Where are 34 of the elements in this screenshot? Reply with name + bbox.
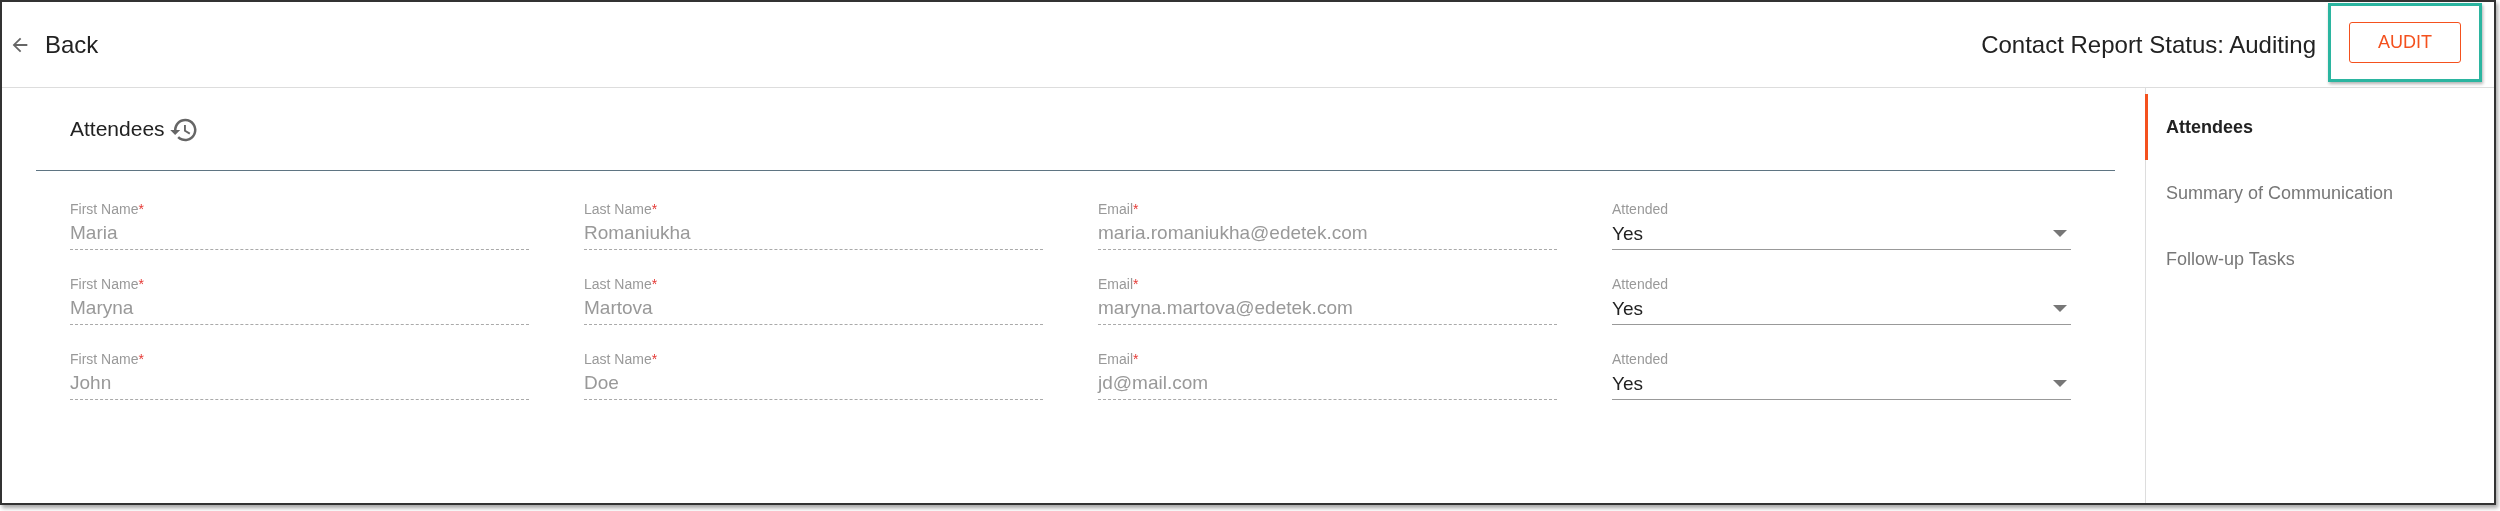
required-mark: * — [138, 351, 144, 367]
field-label: Attended — [1612, 276, 1669, 292]
field-label: Email — [1098, 276, 1133, 292]
required-mark: * — [138, 276, 144, 292]
field-label: First Name — [70, 201, 139, 217]
audit-button[interactable]: AUDIT — [2349, 22, 2461, 63]
caret-icon — [2053, 380, 2067, 387]
section-title: Attendees — [70, 117, 165, 141]
report-status: Contact Report Status: Auditing — [1981, 30, 2316, 59]
back-link[interactable]: Back — [9, 30, 99, 59]
sidebar-item[interactable]: Follow-up Tasks — [2145, 226, 2494, 292]
field-label: Email — [1098, 201, 1133, 217]
select-field[interactable]: Yes — [1612, 368, 2071, 400]
field-label: Last Name — [584, 201, 652, 217]
sidebar-item[interactable]: Summary of Communication — [2145, 160, 2494, 226]
required-mark: * — [651, 351, 658, 367]
caret-icon — [2053, 230, 2067, 237]
field-label: Attended — [1612, 201, 1669, 217]
field-label: Last Name — [584, 276, 652, 292]
required-mark: * — [1133, 351, 1139, 367]
field-label: Last Name — [584, 351, 652, 367]
select-field[interactable]: Yes — [1612, 293, 2071, 325]
required-mark: * — [138, 201, 144, 217]
field-label: First Name — [70, 351, 139, 367]
sidebar-item[interactable]: Attendees — [2145, 94, 2494, 160]
caret-icon — [2053, 305, 2067, 312]
field-label: Attended — [1612, 351, 1669, 367]
field-label: Email — [1098, 351, 1133, 367]
required-mark: * — [1133, 276, 1139, 292]
required-mark: * — [651, 276, 658, 292]
required-mark: * — [651, 201, 658, 217]
select-field[interactable]: Yes — [1612, 218, 2071, 250]
required-mark: * — [1133, 201, 1139, 217]
field-label: First Name — [70, 276, 139, 292]
